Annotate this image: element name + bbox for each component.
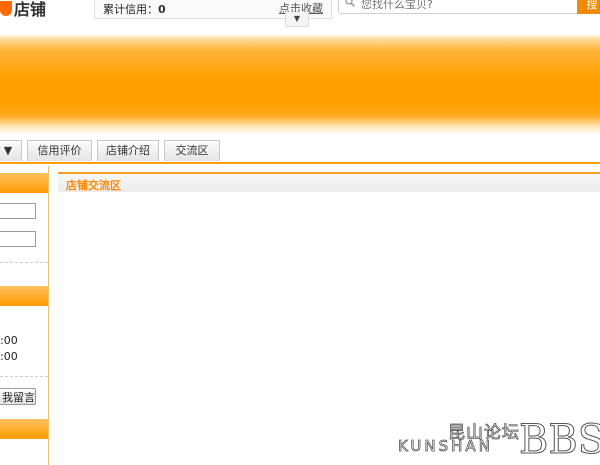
sidebar-search-field[interactable] xyxy=(0,203,36,219)
search-input[interactable] xyxy=(359,0,573,12)
watermark-bbs: BBS xyxy=(518,417,600,463)
chevron-down-icon: ▼ xyxy=(3,144,13,157)
shop-logo[interactable]: 店铺 xyxy=(0,0,46,20)
left-sidebar: :00 :00 我留言 xyxy=(0,166,49,465)
tab-forum[interactable]: 交流区 xyxy=(164,140,220,161)
shop-banner xyxy=(0,34,600,136)
service-time: :00 xyxy=(0,334,18,347)
search-box xyxy=(338,0,580,14)
panel-header: 店铺交流区 xyxy=(58,172,600,192)
sidebar-section-header xyxy=(0,173,48,193)
divider xyxy=(0,376,48,377)
top-bar: 店铺 累计信用：0 点击收藏 ▼ 搜 xyxy=(0,0,600,34)
chevron-down-icon: ▼ xyxy=(293,14,301,23)
panel-title: 店铺交流区 xyxy=(66,179,121,192)
search-button[interactable]: 搜 xyxy=(577,0,600,14)
credit-dropdown-toggle[interactable]: ▼ xyxy=(285,12,309,27)
logo-icon xyxy=(0,0,12,16)
sidebar-section-header xyxy=(0,419,48,439)
shop-nav: ▼ 信用评价 店铺介绍 交流区 xyxy=(0,140,600,164)
divider xyxy=(0,262,48,263)
leave-message-button[interactable]: 我留言 xyxy=(0,388,36,405)
credit-info: 累计信用：0 xyxy=(103,1,166,17)
tab-credit-rating[interactable]: 信用评价 xyxy=(27,140,92,161)
site-watermark: 昆山论坛 KUNSHAN BBS xyxy=(398,417,600,463)
service-time: :00 xyxy=(0,350,18,363)
credit-box: 累计信用：0 点击收藏 ▼ xyxy=(94,0,332,27)
nav-dropdown-toggle[interactable]: ▼ xyxy=(0,140,22,161)
sidebar-price-field[interactable] xyxy=(0,231,36,247)
sidebar-section-header xyxy=(0,286,48,306)
credit-label: 累计信用： xyxy=(103,3,158,16)
credit-value: 0 xyxy=(158,3,166,16)
logo-text: 店铺 xyxy=(14,0,47,19)
search-icon xyxy=(345,0,355,10)
watermark-en: KUNSHAN xyxy=(398,437,493,456)
tab-shop-intro[interactable]: 店铺介绍 xyxy=(97,140,159,161)
